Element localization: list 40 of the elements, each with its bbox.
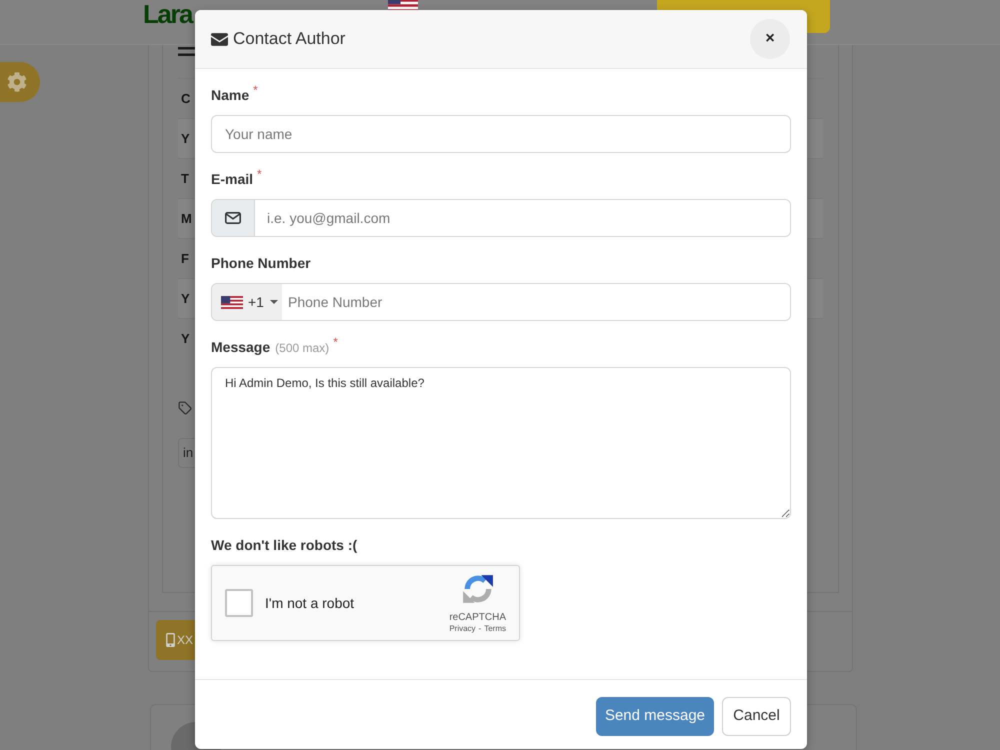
row-label: Y (181, 330, 190, 348)
input-field[interactable]: i.e. you@gmail.com (211, 199, 791, 237)
flag-icon (221, 296, 243, 308)
required-mark: * (257, 168, 262, 180)
captcha-link[interactable]: Terms (484, 624, 506, 634)
field-label: Phone Number (211, 254, 311, 273)
send-button[interactable]: Send message (596, 697, 714, 736)
mail-icon (225, 212, 241, 224)
circular-arrows-icon (462, 572, 494, 604)
settings-icon (7, 72, 27, 92)
row-label: C (181, 90, 190, 108)
field-label: We don't like robots :( (211, 536, 358, 555)
menu-icon[interactable] (178, 47, 195, 56)
cancel-button[interactable]: Cancel (722, 697, 791, 736)
envelope-icon (211, 32, 228, 46)
field-label: Name (211, 86, 250, 105)
field-label: Message (211, 338, 270, 357)
tag-icon (178, 401, 192, 415)
close-button[interactable]: × (750, 19, 790, 59)
row-label: F (181, 250, 189, 268)
caret-icon (270, 300, 278, 304)
row-label: Y (181, 130, 190, 148)
link-separator: - (478, 624, 482, 634)
required-mark: * (333, 336, 338, 348)
mobile-phone-icon (166, 633, 175, 647)
field-label: E-mail (211, 170, 254, 189)
checkbox[interactable] (225, 589, 253, 617)
row-label: T (181, 170, 189, 188)
captcha-brand: reCAPTCHA (449, 612, 506, 622)
dialog-title: Contact Author (233, 28, 346, 50)
row-label: Y (181, 290, 190, 308)
checkbox-label: I'm not a robot (265, 594, 354, 612)
country-code-selector[interactable]: +1 (212, 284, 282, 320)
required-mark: * (253, 84, 258, 96)
captcha-link[interactable]: Privacy (449, 624, 476, 634)
field-hint: (500 max) (275, 340, 330, 357)
textarea-field[interactable]: Hi Admin Demo, Is this still available? (211, 367, 791, 519)
input-field[interactable]: Your name (211, 115, 791, 153)
row-label: M (181, 210, 192, 228)
input-field[interactable]: +1 Phone Number (211, 283, 791, 321)
